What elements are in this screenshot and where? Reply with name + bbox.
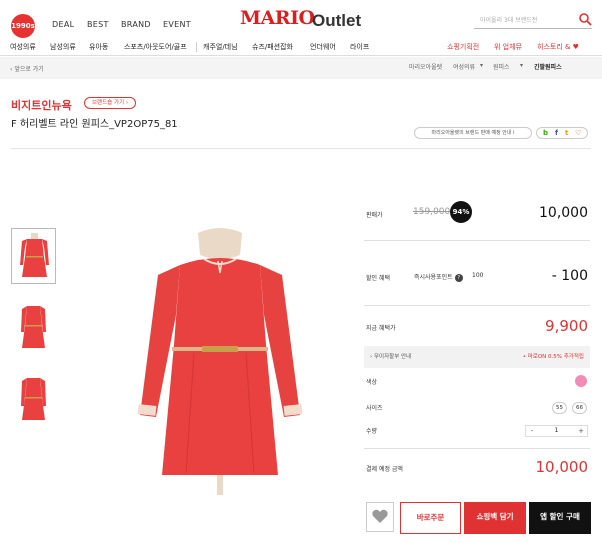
dress-thumbnail-image (20, 233, 49, 277)
heart-icon (372, 509, 388, 523)
product-name: F 허리벨트 라인 원피스_VP2OP75_81 (11, 119, 178, 130)
quantity-stepper[interactable]: - 1 + (525, 425, 588, 437)
size-label: 사이즈 (366, 405, 383, 412)
color-row: 색상 (364, 377, 590, 389)
quantity-increase-button[interactable]: + (575, 426, 587, 436)
category-bar: 여성의류 남성의류 유아동 스포츠/아웃도어/골프 캐주얼/데님 슈즈/패션잡화… (0, 38, 602, 56)
total-label: 결제 예정 금액 (366, 466, 403, 473)
quantity-input[interactable]: 1 (538, 426, 575, 436)
breadcrumb-dress[interactable]: 원피스 (493, 62, 510, 71)
category-partner[interactable]: 위 업체뮤 (494, 42, 522, 52)
sale-price: 10,000 (539, 205, 588, 221)
talk-icon[interactable]: t (565, 128, 568, 139)
wishlist-button[interactable] (366, 502, 394, 532)
instant-discount-value: 100 (472, 272, 484, 279)
breadcrumb: ‹ 앞으로 가기 마리오아울렛 여성의류 ▾ 원피스 ▾ 긴팔원피스 (0, 57, 602, 79)
app-discount-buy-button[interactable]: 앱 할인 구매 (529, 502, 591, 534)
info-icon[interactable]: ? (454, 273, 463, 282)
thumbnail-3[interactable] (11, 372, 56, 428)
breadcrumb-sep: ▾ (520, 62, 524, 69)
category-sports[interactable]: 스포츠/아웃도어/골프 (124, 42, 187, 52)
divider (364, 448, 590, 449)
size-option-66[interactable]: 66 (572, 402, 587, 414)
sale-notice-button[interactable]: 마리오아울렛의 브랜드 판매 예정 안내 ⅰ (414, 127, 532, 139)
top-bar: 1990s DEAL BEST BRAND EVENT MARIO Outlet… (0, 0, 602, 38)
dress-thumbnail-image (21, 378, 46, 420)
sale-price-row: 판매가 159,000 94% 10,000 (364, 201, 590, 223)
nav-best[interactable]: BEST (87, 20, 109, 29)
facebook-icon[interactable]: f (555, 128, 558, 139)
installment-link[interactable]: › 무이자할부 안내 (370, 352, 411, 360)
thumbnail-2[interactable] (11, 300, 56, 356)
category-casual[interactable]: 캐주얼/데님 (203, 42, 238, 52)
color-label: 색상 (366, 379, 378, 386)
brand-logo[interactable]: MARIO (240, 7, 315, 29)
sale-price-label: 판매가 (366, 212, 383, 219)
discount-label: 할인 혜택 (366, 275, 390, 282)
search-input[interactable]: 아이올리 3대 브랜드전 (480, 15, 537, 24)
category-women[interactable]: 여성의류 (10, 42, 36, 52)
search-icon[interactable] (578, 12, 592, 26)
breadcrumb-women[interactable]: 여성의류 (453, 62, 475, 71)
instant-discount-label: 즉시사용포인트? (414, 272, 463, 282)
installment-label: 무이자할부 안내 (373, 354, 412, 360)
category-kids[interactable]: 유아동 (89, 42, 108, 52)
points-info-box: › 무이자할부 안내 • 마로ON 0.5% 추가적립 (364, 346, 590, 368)
blog-icon[interactable]: b (543, 128, 548, 139)
instant-discount-text: 즉시사용포인트 (414, 274, 453, 281)
original-price: 159,000 (413, 207, 451, 217)
quantity-decrease-button[interactable]: - (526, 426, 538, 436)
divider (364, 305, 590, 306)
back-label: 앞으로 가기 (14, 66, 44, 73)
category-special[interactable]: 쇼핑기획전 (447, 42, 479, 52)
category-underwear[interactable]: 언더웨어 (310, 42, 336, 52)
total-row: 결제 예정 금액 10,000 (364, 458, 590, 476)
size-option-55[interactable]: 55 (552, 402, 567, 414)
divider (364, 240, 590, 241)
back-link[interactable]: ‹ 앞으로 가기 (10, 64, 44, 73)
sale-notice-label: 마리오아울렛의 브랜드 판매 예정 안내 (431, 130, 512, 136)
store-name[interactable]: 비지트인뉴욕 (11, 97, 72, 113)
category-life[interactable]: 라이프 (350, 42, 369, 52)
product-main-image[interactable] (120, 225, 320, 495)
breadcrumb-sep: ▾ (480, 62, 484, 69)
final-price-label: 지금 혜택가 (366, 325, 396, 332)
quantity-label: 수량 (366, 428, 378, 435)
discount-row: 할인 혜택 즉시사용포인트? 100 - 100 (364, 268, 590, 284)
breadcrumb-longsleeve[interactable]: 긴팔원피스 (534, 62, 562, 71)
search-bar[interactable]: 아이올리 3대 브랜드전 (474, 13, 592, 29)
category-history[interactable]: 히스토리 & ♥ (537, 42, 579, 52)
points-note: • 마로ON 0.5% 추가적립 (522, 354, 584, 360)
heart-icon[interactable]: ♡ (575, 128, 581, 139)
nav-brand[interactable]: BRAND (121, 20, 151, 29)
discount-badge: 94% (450, 201, 472, 223)
category-separator (196, 42, 197, 52)
dress-thumbnail-image (21, 306, 46, 348)
color-swatch-pink[interactable] (575, 375, 587, 387)
total-price: 10,000 (535, 458, 589, 476)
info-icon: ⅰ (513, 130, 515, 136)
share-buttons: b f t ♡ (536, 127, 588, 139)
site-logo[interactable]: 1990s (11, 14, 35, 38)
category-men[interactable]: 남성의류 (50, 42, 76, 52)
title-divider (11, 148, 591, 149)
final-price: 9,900 (545, 317, 588, 335)
discount-amount: - 100 (551, 268, 588, 284)
breadcrumb-home[interactable]: 마리오아울렛 (409, 62, 442, 71)
category-shoes[interactable]: 슈즈/패션잡화 (252, 42, 293, 52)
final-price-row: 지금 혜택가 9,900 (364, 317, 590, 335)
brand-logo-sub[interactable]: Outlet (312, 11, 361, 31)
add-to-cart-button[interactable]: 쇼핑백 담기 (464, 502, 526, 534)
nav-deal[interactable]: DEAL (52, 20, 74, 29)
thumbnail-1[interactable] (11, 228, 56, 284)
brand-shop-button[interactable]: 브랜드숍 가기 › (84, 97, 136, 109)
order-now-button[interactable]: 바로주문 (400, 502, 461, 534)
nav-event[interactable]: EVENT (163, 20, 191, 29)
